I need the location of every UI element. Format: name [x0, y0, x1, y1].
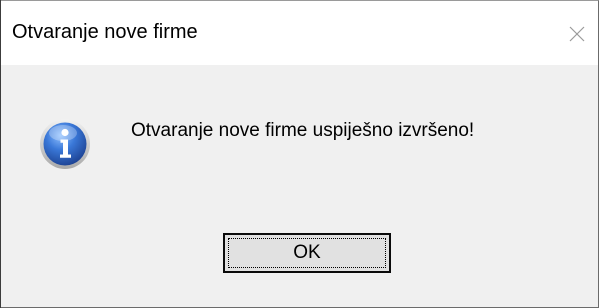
- message-dialog: Otvaranje nove firme Otvaranje nove firm…: [0, 0, 599, 308]
- dialog-body: Otvaranje nove firme uspiješno izvršeno!…: [1, 65, 598, 307]
- close-icon: [569, 26, 585, 42]
- message-text: Otvaranje nove firme uspiješno izvršeno!: [131, 120, 475, 141]
- dialog-title: Otvaranje nove firme: [12, 21, 198, 43]
- ok-button-label: OK: [293, 242, 321, 263]
- ok-button[interactable]: OK: [223, 233, 391, 273]
- information-icon: [40, 119, 90, 169]
- close-button[interactable]: [562, 19, 592, 49]
- title-bar[interactable]: Otvaranje nove firme: [1, 1, 598, 65]
- window-left-edge: [0, 0, 1, 308]
